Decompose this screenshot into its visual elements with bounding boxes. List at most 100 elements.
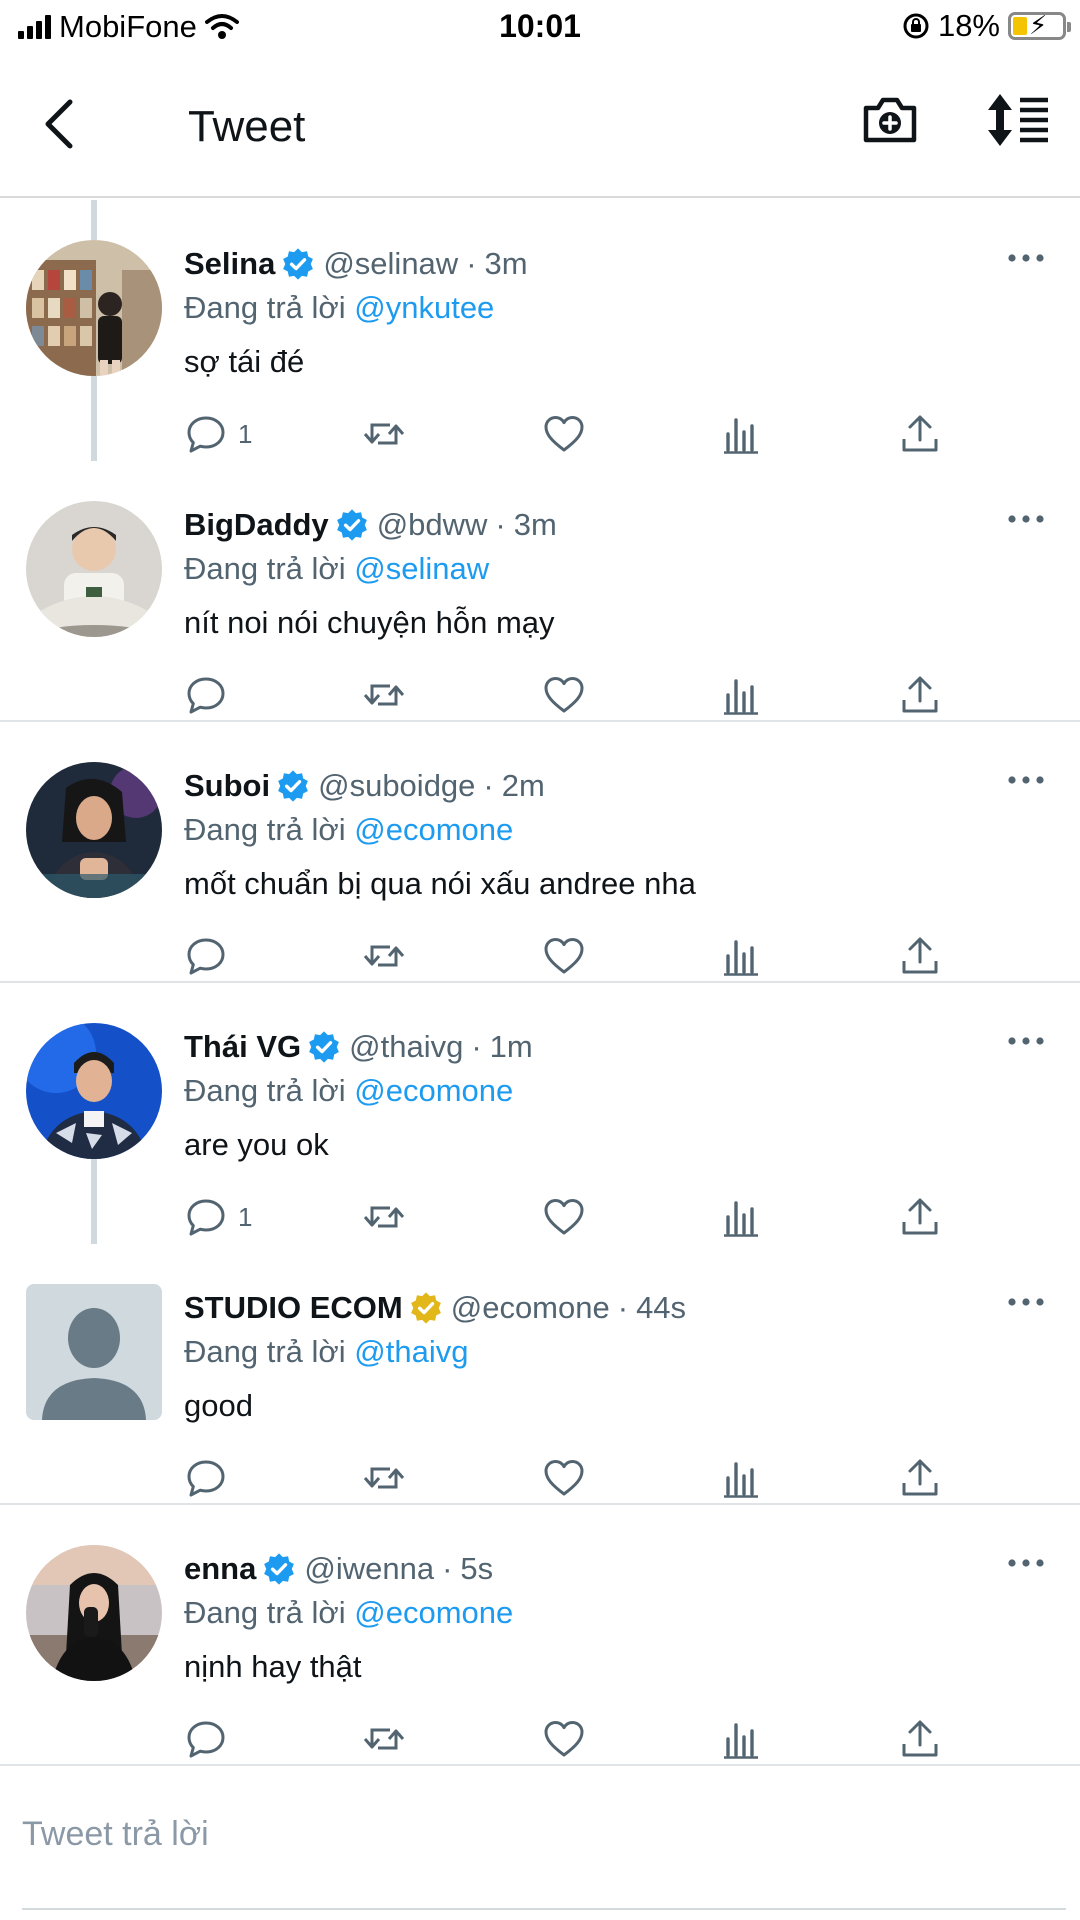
tweet-header: enna @iwenna · 5s bbox=[184, 1551, 493, 1587]
retweet-button[interactable] bbox=[362, 1717, 406, 1761]
reply-button[interactable] bbox=[184, 934, 238, 978]
share-button[interactable] bbox=[898, 673, 942, 717]
share-icon bbox=[902, 1459, 938, 1496]
mention-link[interactable]: @selinaw bbox=[354, 551, 489, 586]
replying-to: Đang trả lời @thaivg bbox=[184, 1334, 468, 1370]
views-button[interactable] bbox=[720, 1456, 764, 1500]
avatar[interactable] bbox=[26, 1545, 162, 1681]
reply-thread: Selina @selinaw · 3m Đang trả lời @ynkut… bbox=[0, 200, 1080, 1766]
views-chart-icon bbox=[724, 1723, 758, 1759]
reply-icon bbox=[187, 677, 225, 714]
display-name[interactable]: Suboi bbox=[184, 768, 270, 804]
mention-link[interactable]: @ecomone bbox=[354, 1595, 513, 1630]
like-button[interactable] bbox=[542, 1456, 586, 1500]
display-name[interactable]: BigDaddy bbox=[184, 507, 329, 543]
avatar[interactable] bbox=[26, 1023, 162, 1159]
reply-button[interactable] bbox=[184, 673, 238, 717]
mention-link[interactable]: @ecomone bbox=[354, 1073, 513, 1108]
display-name[interactable]: STUDIO ECOM bbox=[184, 1290, 403, 1326]
verified-badge-icon bbox=[309, 1031, 340, 1063]
tweet[interactable]: Suboi @suboidge · 2m Đang trả lời @ecomo… bbox=[0, 722, 1080, 983]
tweet[interactable]: enna @iwenna · 5s Đang trả lời @ecomone … bbox=[0, 1505, 1080, 1766]
heart-icon bbox=[544, 416, 584, 452]
back-button[interactable] bbox=[36, 94, 84, 154]
more-options-icon[interactable] bbox=[1006, 248, 1046, 268]
retweet-button[interactable] bbox=[362, 412, 406, 456]
like-button[interactable] bbox=[542, 1195, 586, 1239]
retweet-button[interactable] bbox=[362, 673, 406, 717]
tweet-header: STUDIO ECOM @ecomone · 44s bbox=[184, 1290, 686, 1326]
views-button[interactable] bbox=[720, 673, 764, 717]
thread-line bbox=[91, 200, 97, 240]
share-button[interactable] bbox=[898, 1195, 942, 1239]
separator-dot: · bbox=[483, 768, 494, 803]
display-name[interactable]: Thái VG bbox=[184, 1029, 301, 1065]
mention-link[interactable]: @ecomone bbox=[354, 812, 513, 847]
reply-icon bbox=[187, 416, 225, 453]
tweet-actions bbox=[184, 934, 964, 978]
reply-button[interactable]: 1 bbox=[184, 412, 252, 456]
verified-badge-icon bbox=[264, 1553, 295, 1585]
views-chart-icon bbox=[724, 1462, 758, 1498]
tweet[interactable]: Thái VG @thaivg · 1m Đang trả lời @ecomo… bbox=[0, 983, 1080, 1244]
like-button[interactable] bbox=[542, 934, 586, 978]
user-handle[interactable]: @selinaw bbox=[323, 246, 458, 282]
avatar[interactable] bbox=[26, 762, 162, 898]
share-button[interactable] bbox=[898, 1456, 942, 1500]
retweet-icon bbox=[363, 684, 405, 706]
heart-icon bbox=[544, 1721, 584, 1757]
views-button[interactable] bbox=[720, 934, 764, 978]
views-button[interactable] bbox=[720, 1195, 764, 1239]
tweet[interactable]: BigDaddy @bdww · 3m Đang trả lời @selina… bbox=[0, 461, 1080, 722]
like-button[interactable] bbox=[542, 412, 586, 456]
tweet[interactable]: Selina @selinaw · 3m Đang trả lời @ynkut… bbox=[0, 200, 1080, 461]
like-button[interactable] bbox=[542, 673, 586, 717]
tweet-text: mốt chuẩn bị qua nói xấu andree nha bbox=[184, 866, 696, 901]
retweet-button[interactable] bbox=[362, 1456, 406, 1500]
views-button[interactable] bbox=[720, 412, 764, 456]
display-name[interactable]: Selina bbox=[184, 246, 275, 282]
default-avatar[interactable] bbox=[26, 1284, 162, 1420]
user-handle[interactable]: @iwenna bbox=[304, 1551, 434, 1587]
reply-button[interactable]: 1 bbox=[184, 1195, 252, 1239]
share-button[interactable] bbox=[898, 412, 942, 456]
reply-input[interactable] bbox=[22, 1794, 1022, 1874]
separator-dot: · bbox=[471, 1029, 482, 1064]
tweet-actions bbox=[184, 1717, 964, 1761]
retweet-icon bbox=[363, 1467, 405, 1489]
user-handle[interactable]: @suboidge bbox=[318, 768, 475, 804]
tweet-header: Suboi @suboidge · 2m bbox=[184, 768, 545, 804]
more-options-icon[interactable] bbox=[1006, 1553, 1046, 1573]
replying-to-label: Đang trả lời bbox=[184, 551, 346, 586]
mention-link[interactable]: @ynkutee bbox=[354, 290, 494, 325]
share-button[interactable] bbox=[898, 1717, 942, 1761]
share-icon bbox=[902, 415, 938, 452]
camera-add-button[interactable] bbox=[860, 90, 920, 150]
mention-link[interactable]: @thaivg bbox=[354, 1334, 468, 1369]
avatar[interactable] bbox=[26, 240, 162, 376]
reply-button[interactable] bbox=[184, 1717, 238, 1761]
verified-badge-icon bbox=[336, 509, 367, 541]
retweet-icon bbox=[363, 1728, 405, 1750]
thread-line bbox=[91, 1159, 97, 1244]
like-button[interactable] bbox=[542, 1717, 586, 1761]
more-options-icon[interactable] bbox=[1006, 509, 1046, 529]
tweet[interactable]: STUDIO ECOM @ecomone · 44s Đang trả lời … bbox=[0, 1244, 1080, 1505]
views-chart-icon bbox=[724, 1201, 758, 1237]
views-button[interactable] bbox=[720, 1717, 764, 1761]
user-handle[interactable]: @ecomone bbox=[451, 1290, 610, 1326]
retweet-button[interactable] bbox=[362, 934, 406, 978]
user-handle[interactable]: @thaivg bbox=[349, 1029, 463, 1065]
more-options-icon[interactable] bbox=[1006, 1031, 1046, 1051]
replying-to: Đang trả lời @ecomone bbox=[184, 812, 513, 848]
share-button[interactable] bbox=[898, 934, 942, 978]
sort-replies-button[interactable] bbox=[984, 90, 1052, 150]
separator-dot: · bbox=[442, 1551, 453, 1586]
display-name[interactable]: enna bbox=[184, 1551, 256, 1587]
user-handle[interactable]: @bdww bbox=[377, 507, 488, 543]
retweet-button[interactable] bbox=[362, 1195, 406, 1239]
avatar[interactable] bbox=[26, 501, 162, 637]
more-options-icon[interactable] bbox=[1006, 770, 1046, 790]
reply-button[interactable] bbox=[184, 1456, 238, 1500]
more-options-icon[interactable] bbox=[1006, 1292, 1046, 1312]
